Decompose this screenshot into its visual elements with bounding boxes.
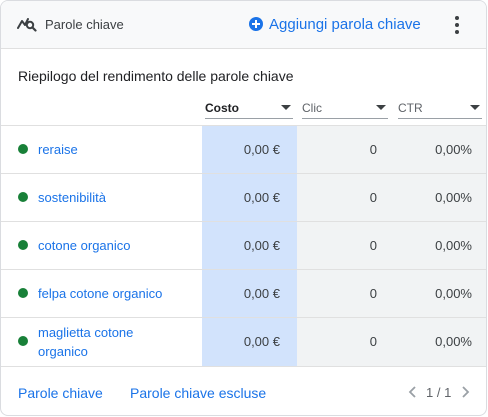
table-row: felpa cotone organico 0,00 € 0 0,00% (1, 269, 486, 317)
chevron-left-icon[interactable] (407, 385, 419, 399)
negative-keywords-link[interactable]: Parole chiave escluse (130, 385, 266, 401)
status-enabled-icon (18, 336, 28, 346)
status-enabled-icon (18, 192, 28, 202)
clicks-cell: 0 (369, 142, 377, 157)
ctr-cell: 0,00% (435, 238, 472, 253)
add-keyword-label: Aggiungi parola chiave (269, 15, 421, 33)
table-row: maglietta cotone organico 0,00 € 0 0,00% (1, 317, 486, 365)
keyword-link[interactable]: felpa cotone organico (38, 270, 188, 317)
ctr-cell: 0,00% (435, 334, 472, 349)
dropdown-arrow-icon (376, 105, 386, 110)
status-enabled-icon (18, 288, 28, 298)
ctr-cell: 0,00% (435, 286, 472, 301)
keywords-card: Parole chiave Aggiungi parola chiave Rie… (0, 0, 487, 416)
pagination-text: 1 / 1 (426, 385, 452, 400)
dropdown-arrow-icon (470, 105, 480, 110)
table-row: cotone organico 0,00 € 0 0,00% (1, 221, 486, 269)
more-vert-icon[interactable] (447, 14, 467, 36)
keyword-link[interactable]: sostenibilità (38, 174, 188, 221)
column-header-ctr[interactable]: CTR (398, 97, 482, 119)
card-footer: Parole chiave Parole chiave escluse 1 / … (1, 366, 486, 415)
column-header-label: Costo (205, 100, 239, 115)
ctr-cell: 0,00% (435, 190, 472, 205)
dropdown-arrow-icon (281, 105, 291, 110)
keyword-link[interactable]: reraise (38, 126, 188, 173)
clicks-cell: 0 (369, 286, 377, 301)
chevron-right-icon[interactable] (459, 385, 471, 399)
cost-cell: 0,00 € (243, 190, 280, 205)
plus-circle-icon (249, 17, 263, 31)
keywords-table: reraise 0,00 € 0 0,00% sostenibilità 0,0… (1, 125, 486, 365)
keywords-link[interactable]: Parole chiave (18, 385, 103, 401)
column-header-label: CTR (398, 100, 423, 115)
clicks-cell: 0 (369, 334, 377, 349)
card-title: Parole chiave (45, 17, 124, 32)
cost-cell: 0,00 € (243, 238, 280, 253)
cost-cell: 0,00 € (243, 286, 280, 301)
status-enabled-icon (18, 144, 28, 154)
keyword-link[interactable]: cotone organico (38, 222, 188, 269)
table-row: reraise 0,00 € 0 0,00% (1, 125, 486, 173)
column-header-costo[interactable]: Costo (205, 97, 293, 119)
keyword-link[interactable]: maglietta cotone organico (38, 318, 148, 365)
clicks-cell: 0 (369, 238, 377, 253)
column-header-label: Clic (302, 100, 322, 115)
column-header-clic[interactable]: Clic (302, 97, 388, 119)
keyword-search-icon (17, 18, 37, 32)
add-keyword-button[interactable]: Aggiungi parola chiave (249, 13, 421, 35)
clicks-cell: 0 (369, 190, 377, 205)
ctr-cell: 0,00% (435, 142, 472, 157)
status-enabled-icon (18, 240, 28, 250)
summary-title: Riepilogo del rendimento delle parole ch… (18, 68, 294, 84)
cost-cell: 0,00 € (243, 334, 280, 349)
cost-cell: 0,00 € (243, 142, 280, 157)
card-header: Parole chiave Aggiungi parola chiave (1, 1, 486, 49)
table-row: sostenibilità 0,00 € 0 0,00% (1, 173, 486, 221)
